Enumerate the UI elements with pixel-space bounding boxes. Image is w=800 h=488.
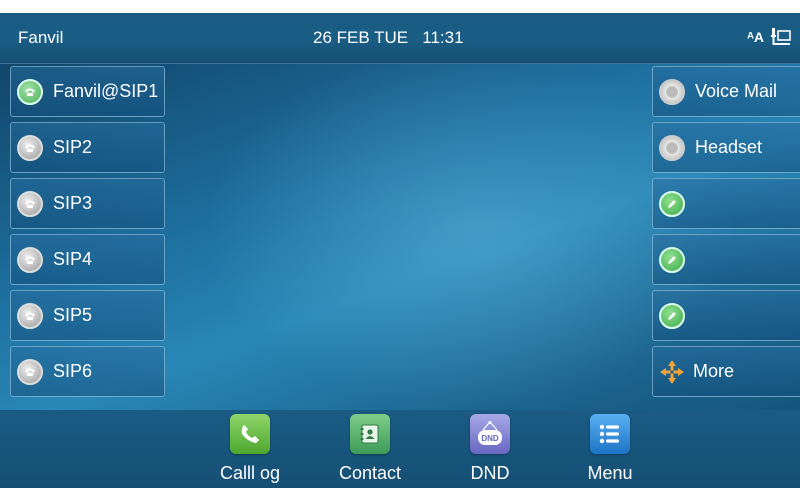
line-key-sip1[interactable]: Fanvil@SIP1 [10, 66, 165, 117]
call-log-icon [230, 414, 270, 454]
headset-icon [659, 134, 685, 161]
phone-icon [17, 358, 43, 385]
line-key-label: SIP3 [53, 193, 93, 213]
phone-screen: Fanvil 26 FEB TUE 11:31 ᴬA Fanvil@SIP1 S… [0, 0, 800, 488]
brand-label: Fanvil [18, 28, 64, 47]
top-border [0, 0, 800, 13]
line-key-label: SIP5 [53, 305, 93, 325]
status-bar: Fanvil 26 FEB TUE 11:31 ᴬA [0, 13, 800, 64]
line-key-label: SIP4 [53, 249, 93, 269]
menu-button[interactable]: Menu [550, 414, 670, 484]
voice-mail-button[interactable]: Voice Mail [652, 66, 800, 117]
network-icon [771, 28, 791, 45]
headset-button[interactable]: Headset [652, 122, 800, 173]
line-key-sip2[interactable]: SIP2 [10, 122, 165, 173]
line-key-label: SIP6 [53, 361, 93, 381]
dnd-button[interactable]: DND DND [430, 414, 550, 484]
dock-label: Calll og [219, 463, 281, 483]
line-key-sip3[interactable]: SIP3 [10, 178, 165, 229]
edit-icon [659, 302, 685, 329]
dss-key-3[interactable] [652, 290, 800, 341]
line-key-sip5[interactable]: SIP5 [10, 290, 165, 341]
dnd-icon-text: DND [481, 434, 499, 443]
status-icons: ᴬA [747, 26, 792, 48]
font-size-icon: ᴬA [747, 29, 764, 45]
more-button[interactable]: More [652, 346, 800, 397]
phone-icon [17, 302, 43, 329]
contact-button[interactable]: Contact [310, 414, 430, 484]
call-log-button[interactable]: Calll og [190, 414, 310, 484]
dss-key-1[interactable] [652, 178, 800, 229]
more-arrows-icon [660, 359, 684, 384]
dock: Calll og Contact DND DND Menu [190, 414, 670, 484]
edit-icon [659, 190, 685, 217]
dock-label: DND [470, 463, 510, 483]
line-key-sip6[interactable]: SIP6 [10, 346, 165, 397]
date-time: 26 FEB TUE 11:31 [313, 28, 464, 47]
line-key-label: Fanvil@SIP1 [53, 81, 159, 101]
edit-icon [659, 246, 685, 273]
dock-label: Menu [587, 463, 633, 483]
function-key-label: More [693, 361, 735, 381]
function-key-label: Headset [695, 137, 763, 157]
menu-icon [590, 414, 630, 454]
line-key-label: SIP2 [53, 137, 93, 157]
dnd-icon: DND [470, 414, 510, 454]
contact-icon [350, 414, 390, 454]
dss-key-2[interactable] [652, 234, 800, 285]
phone-icon [17, 190, 43, 217]
phone-icon [17, 78, 43, 105]
phone-icon [17, 246, 43, 273]
phone-icon [17, 134, 43, 161]
voicemail-icon [659, 78, 685, 105]
line-keys: Fanvil@SIP1 SIP2 SIP3 SIP4 SIP5 SIP6 [10, 66, 165, 397]
function-key-label: Voice Mail [695, 81, 778, 101]
function-keys: Voice Mail Headset More [652, 66, 800, 397]
line-key-sip4[interactable]: SIP4 [10, 234, 165, 285]
dock-label: Contact [338, 463, 402, 483]
